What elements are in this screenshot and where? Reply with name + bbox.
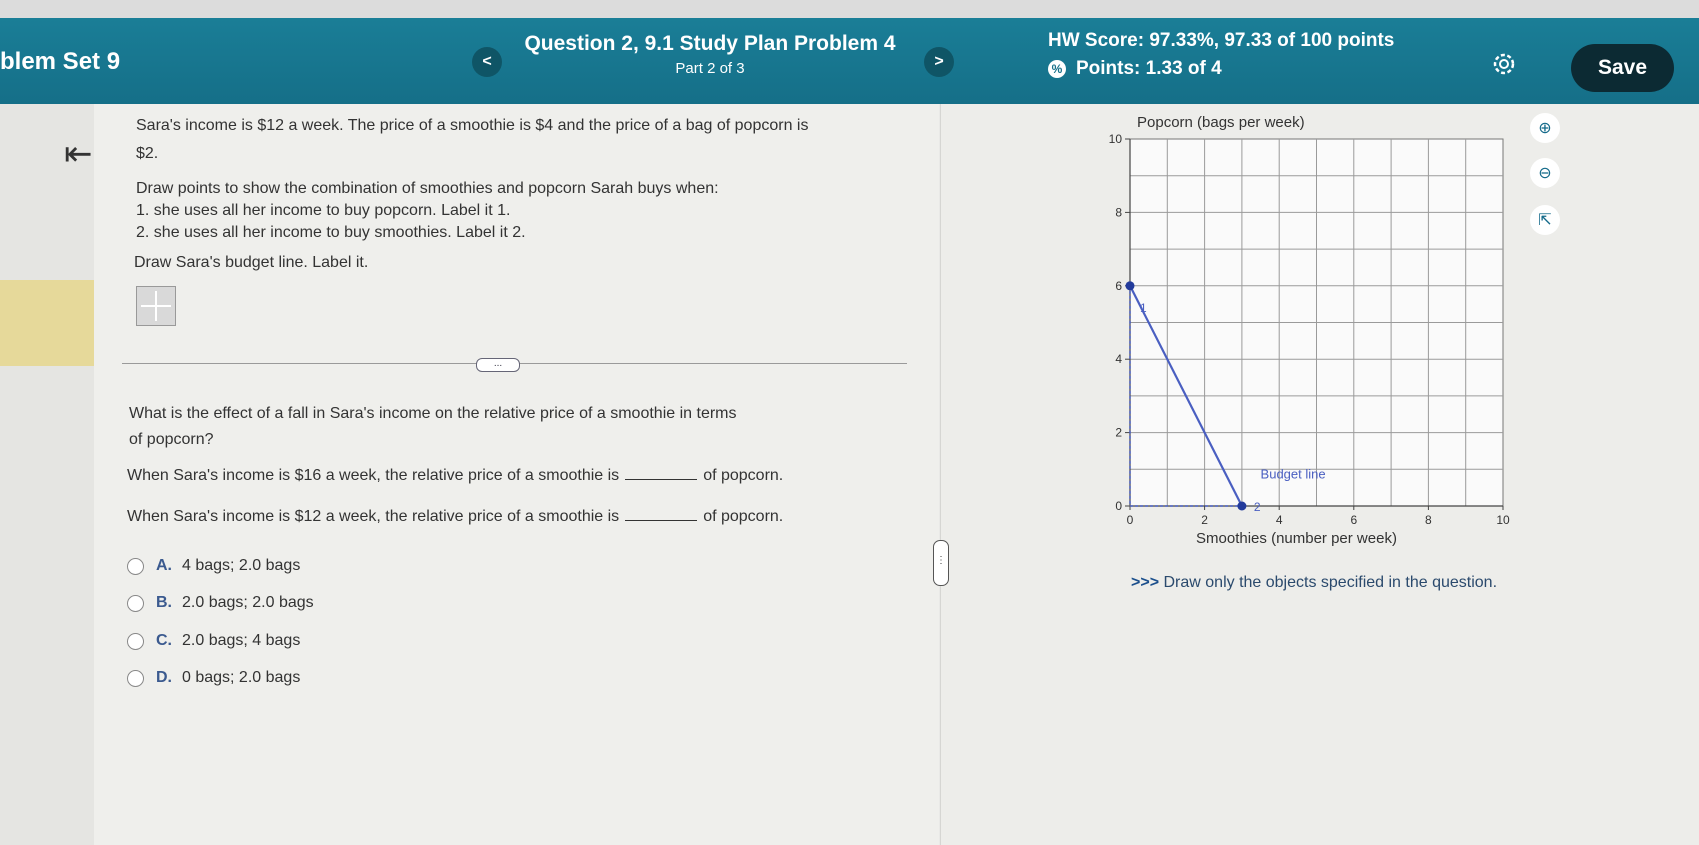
option-b[interactable]: B. 2.0 bags; 2.0 bags <box>127 594 314 612</box>
y-tick-label: 4 <box>1115 352 1122 366</box>
gear-icon[interactable] <box>1490 50 1518 78</box>
option-d-radio[interactable] <box>127 669 144 687</box>
question-title-block: Question 2, 9.1 Study Plan Problem 4 Par… <box>500 32 920 77</box>
option-c-letter: C. <box>156 632 172 649</box>
y-tick-label: 0 <box>1115 499 1122 513</box>
more-toggle[interactable]: ... <box>476 358 520 372</box>
y-tick-label: 10 <box>1109 132 1123 146</box>
y-tick-label: 6 <box>1115 279 1122 293</box>
budget-line-label: Budget line <box>1261 466 1326 481</box>
x-tick-label: 0 <box>1127 513 1134 527</box>
point-label-2: 2 <box>1254 500 1261 514</box>
draw-instruction: Draw points to show the combination of s… <box>136 180 719 197</box>
save-button[interactable]: Save <box>1571 44 1674 92</box>
graph-tool-icon[interactable] <box>136 286 176 326</box>
effect-question-line-1: What is the effect of a fall in Sara's i… <box>129 405 737 422</box>
y-axis-title: Popcorn (bags per week) <box>1137 114 1305 131</box>
x-axis-title: Smoothies (number per week) <box>1196 530 1397 547</box>
next-question-button[interactable]: > <box>924 47 954 77</box>
points-text: Points: 1.33 of 4 <box>1076 58 1222 79</box>
budget-line-instruction: Draw Sara's budget line. Label it. <box>134 254 369 271</box>
partial-credit-icon: % <box>1048 60 1066 78</box>
question-title: Question 2, 9.1 Study Plan Problem 4 <box>524 32 896 55</box>
question-part: Part 2 of 3 <box>675 60 745 77</box>
statement-12-prefix: When Sara's income is $12 a week, the re… <box>127 508 620 525</box>
hw-score: HW Score: 97.33%, 97.33 of 100 points <box>1048 30 1395 51</box>
statement-16-prefix: When Sara's income is $16 a week, the re… <box>127 467 620 484</box>
pane-resize-handle[interactable]: ⋮ <box>933 540 949 586</box>
budget-graph[interactable]: 0 2 4 6 8 10 0 2 4 6 8 10 Popcorn (bags per week) Smo… <box>1070 108 1550 558</box>
option-a-text: 4 bags; 2.0 bags <box>182 557 301 574</box>
problem-set-title: blem Set 9 <box>0 48 121 75</box>
instruction-item-2: 2. she uses all her income to buy smooth… <box>136 224 526 241</box>
effect-question-line-2: of popcorn? <box>129 431 214 448</box>
header-bar: blem Set 9 < Question 2, 9.1 Study Plan … <box>0 18 1699 104</box>
previous-question-button[interactable]: < <box>472 47 502 77</box>
option-b-letter: B. <box>156 594 172 611</box>
option-b-radio[interactable] <box>127 594 144 612</box>
option-b-text: 2.0 bags; 2.0 bags <box>182 594 314 611</box>
point-1 <box>1125 281 1135 291</box>
x-tick-label: 8 <box>1425 513 1432 527</box>
highlight-band <box>0 280 108 366</box>
x-tick-label: 6 <box>1350 513 1357 527</box>
zoom-in-icon[interactable]: ⊕ <box>1530 113 1560 143</box>
point-label-1: 1 <box>1140 301 1147 315</box>
left-gutter <box>0 104 95 845</box>
x-tick-label: 2 <box>1201 513 1208 527</box>
zoom-out-icon[interactable]: ⊖ <box>1530 158 1560 188</box>
option-c-text: 2.0 bags; 4 bags <box>182 632 301 649</box>
statement-12-suffix: of popcorn. <box>703 508 784 525</box>
browser-top-strip <box>0 0 1699 18</box>
statement-16: When Sara's income is $16 a week, the re… <box>127 467 783 485</box>
expand-graph-icon[interactable]: ⇱ <box>1530 205 1560 235</box>
option-d-letter: D. <box>156 669 172 686</box>
option-a-letter: A. <box>156 557 172 574</box>
graph-instruction: >>> Draw only the objects specified in t… <box>1131 574 1497 592</box>
statement-12: When Sara's income is $12 a week, the re… <box>127 508 783 526</box>
option-c-radio[interactable] <box>127 632 144 650</box>
intro-line-2: $2. <box>136 145 159 162</box>
statement-16-suffix: of popcorn. <box>703 467 784 484</box>
y-tick-label: 8 <box>1115 205 1122 219</box>
x-tick-label: 4 <box>1276 513 1283 527</box>
instruction-text: Draw only the objects specified in the q… <box>1163 574 1498 591</box>
instruction-item-1: 1. she uses all her income to buy popcor… <box>136 202 511 219</box>
option-c[interactable]: C. 2.0 bags; 4 bags <box>127 632 300 650</box>
answer-blank-1 <box>625 479 698 480</box>
collapse-panel-icon[interactable]: ⇤ <box>64 134 93 174</box>
point-2 <box>1237 501 1247 511</box>
intro-line-1: Sara's income is $12 a week. The price o… <box>136 117 809 134</box>
score-block: HW Score: 97.33%, 97.33 of 100 points % … <box>1048 30 1394 80</box>
option-a[interactable]: A. 4 bags; 2.0 bags <box>127 557 300 575</box>
option-d[interactable]: D. 0 bags; 2.0 bags <box>127 669 300 687</box>
instruction-arrows: >>> <box>1131 574 1160 591</box>
x-tick-label: 10 <box>1496 513 1510 527</box>
y-tick-label: 2 <box>1115 426 1122 440</box>
answer-blank-2 <box>625 520 698 521</box>
option-a-radio[interactable] <box>127 557 144 575</box>
option-d-text: 0 bags; 2.0 bags <box>182 669 301 686</box>
